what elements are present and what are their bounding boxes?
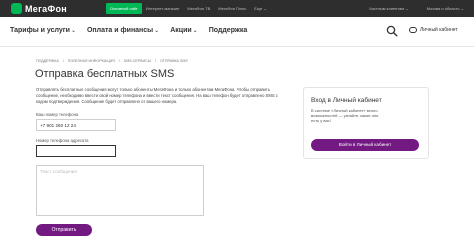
your-number-label: Ваш номер телефона (36, 112, 79, 117)
nav-item-label: Поддержка (208, 27, 248, 34)
client-type-selector[interactable]: Частным клиентам ⌄ (369, 3, 409, 14)
account-card: Вход в Личный кабинет В системе «Личный … (303, 87, 429, 159)
chevron-down-icon: ⌄ (192, 28, 198, 34)
search-icon[interactable] (386, 25, 398, 37)
brand-name: МегаФон (25, 3, 67, 14)
account-link[interactable]: Личный кабинет (409, 27, 458, 33)
nav-item-label: Акции (170, 27, 192, 34)
recipient-number-field[interactable] (36, 145, 116, 157)
region-selector[interactable]: Москва и область ⌄ (427, 3, 464, 14)
recipient-number-label: Номер телефона адресата (36, 138, 89, 143)
segment-more[interactable]: Еще ⌄ (250, 3, 271, 14)
nav-item-label: Тарифы и услуги (10, 27, 70, 34)
account-card-title: Вход в Личный кабинет (311, 97, 382, 104)
top-right-links: Частным клиентам ⌄ Москва и область ⌄ (369, 3, 464, 14)
send-button[interactable]: Отправить (36, 224, 92, 236)
chevron-down-icon: ⌄ (70, 28, 76, 34)
megafon-logo[interactable]: МегаФон (11, 3, 67, 14)
breadcrumb-item[interactable]: Поддержка (36, 59, 59, 63)
megafon-logo-icon (11, 3, 22, 14)
breadcrumb-separator-icon: / (154, 59, 156, 63)
breadcrumb-item[interactable]: SMS-сервисы (124, 59, 151, 63)
breadcrumb-separator-icon: / (118, 59, 120, 63)
account-card-text: В системе «Личный кабинет» много возможн… (311, 108, 379, 123)
nav-item-support[interactable]: Поддержка (209, 27, 248, 34)
nav-item-label: Оплата и финансы (86, 27, 154, 34)
page-description: Отправлять бесплатные сообщения могут то… (36, 87, 278, 104)
site-switcher: Основной сайт Интернет-магазин МегаФон Т… (106, 3, 271, 14)
breadcrumb-item: Отправка SMS (159, 59, 188, 63)
your-number-field[interactable] (36, 119, 116, 131)
top-bar: МегаФон Основной сайт Интернет-магазин М… (0, 0, 474, 17)
breadcrumb: Поддержка / Полезная информация / SMS-се… (36, 59, 188, 63)
account-icon (409, 27, 417, 33)
login-button[interactable]: Войти в Личный кабинет (311, 139, 419, 151)
nav-item-promos[interactable]: Акции⌄ (170, 27, 198, 34)
breadcrumb-separator-icon: / (62, 59, 64, 63)
nav-item-tariffs[interactable]: Тарифы и услуги⌄ (10, 27, 76, 34)
chevron-down-icon: ⌄ (154, 28, 160, 34)
segment-main-site[interactable]: Основной сайт (106, 3, 142, 14)
account-link-label: Личный кабинет (420, 27, 458, 33)
main-nav: Тарифы и услуги⌄ Оплата и финансы⌄ Акции… (0, 17, 474, 47)
segment-shop[interactable]: Интернет-магазин (142, 3, 184, 14)
message-textarea[interactable] (36, 165, 204, 216)
nav-item-payment[interactable]: Оплата и финансы⌄ (87, 27, 159, 34)
segment-tv[interactable]: МегаФон ТВ (183, 3, 214, 14)
page-title: Отправка бесплатных SMS (35, 68, 175, 80)
breadcrumb-item[interactable]: Полезная информация (68, 59, 115, 63)
segment-plus[interactable]: МегаФон Плюс (214, 3, 250, 14)
